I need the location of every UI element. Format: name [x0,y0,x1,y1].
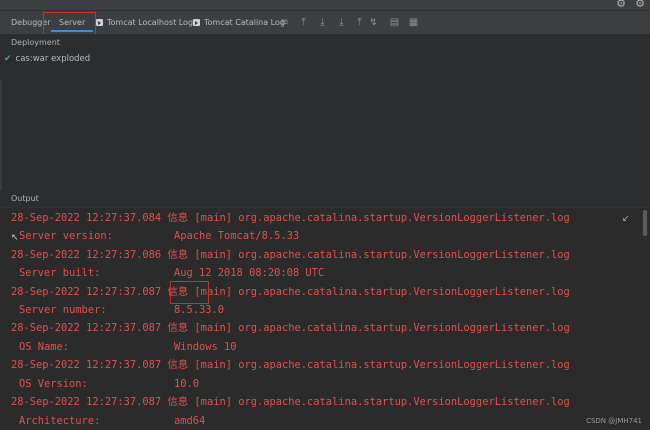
soft-wrap-icon[interactable]: ↙ [622,214,630,224]
tab-tomcat-localhost-log[interactable]: Tomcat Localhost Log [96,11,193,34]
deployment-item[interactable]: ✔ cas:war exploded [4,53,90,65]
top-strip: ⚙ ⚙ [0,0,650,11]
log-detail-line: Server version:Apache Tomcat/8.5.33 [19,227,113,245]
list-icon[interactable]: ▤ [389,17,400,28]
log-detail-line: Server number:8.5.33.0 [19,301,107,319]
log-key: Architecture: [19,415,100,427]
log-icon [96,19,103,26]
output-header: Output [11,194,39,203]
settings-icon[interactable]: ⚙ [634,0,646,10]
filter-icon[interactable]: ↯ [368,17,379,28]
log-line: 28-Sep-2022 12:27:37.087 信息 [main] org.a… [11,393,570,411]
log-line: 28-Sep-2022 12:27:37.087 信息 [main] org.a… [11,319,570,337]
highlight-box-log-level [170,281,209,304]
gear-icon[interactable]: ⚙ [615,0,627,10]
tab-tomcat-catalina-log[interactable]: Tomcat Catalina Log [193,11,285,34]
tab-label: Tomcat Catalina Log [204,18,285,27]
log-key: OS Version: [19,378,88,390]
deployment-header: Deployment [11,38,60,47]
download-icon[interactable]: ⤓ [336,17,347,28]
log-value: 10.0 [174,375,199,393]
log-key: OS Name: [19,341,69,353]
output-scrollbar[interactable] [643,210,647,236]
log-value: amd64 [174,412,205,430]
panel-splitter[interactable] [0,80,2,190]
log-line: 28-Sep-2022 12:27:37.087 信息 [main] org.a… [11,356,570,374]
log-icon [193,19,200,26]
caret-icon: ↖ [11,233,19,243]
log-value: Windows 10 [174,338,237,356]
log-line: 28-Sep-2022 12:27:37.087 信息 [main] org.a… [11,283,570,301]
log-value: Aug 12 2018 08:20:08 UTC [174,264,324,282]
check-icon: ✔ [4,54,12,64]
scroll-up-icon[interactable]: ⤒ [298,17,309,28]
grid-icon[interactable]: ▦ [408,17,419,28]
log-detail-line: Server built:Aug 12 2018 08:20:08 UTC [19,264,100,282]
menu-icon[interactable]: ≡ [279,17,290,28]
watermark: CSDN @JMH741 [586,417,642,425]
log-key: Server built: [19,267,100,279]
log-detail-line: OS Name:Windows 10 [19,338,69,356]
log-detail-line: OS Version:10.0 [19,375,88,393]
deployment-item-label: cas:war exploded [16,54,91,64]
log-value: Apache Tomcat/8.5.33 [174,227,299,245]
log-detail-line: Architecture:amd64 [19,412,100,430]
log-key: Server number: [19,304,107,316]
download-icon[interactable]: ⤓ [317,17,328,28]
log-key: Server version: [19,230,113,242]
output-console[interactable]: 28-Sep-2022 12:27:37.084 信息 [main] org.a… [0,207,650,430]
deployment-panel [0,34,650,190]
upload-icon[interactable]: ⤒ [354,17,365,28]
log-line: 28-Sep-2022 12:27:37.084 信息 [main] org.a… [11,209,570,227]
log-line: 28-Sep-2022 12:27:37.086 信息 [main] org.a… [11,246,570,264]
tab-label: Tomcat Localhost Log [107,18,193,27]
